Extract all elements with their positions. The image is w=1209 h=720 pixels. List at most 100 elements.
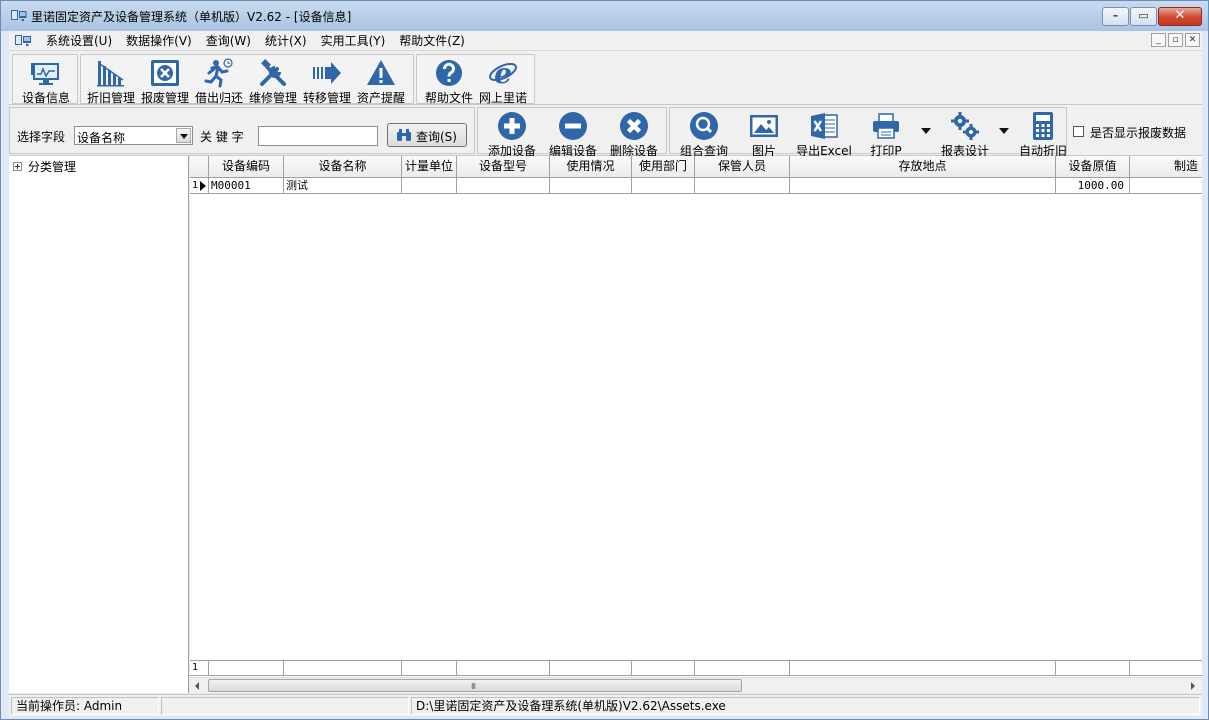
lend-return-label: 借出归还: [194, 91, 243, 105]
combined-query-button[interactable]: 组合查询: [673, 108, 735, 158]
tree-node-category[interactable]: 分类管理: [13, 158, 76, 175]
depreciation-button[interactable]: 折旧管理: [84, 55, 138, 105]
minimize-button[interactable]: –: [1102, 7, 1129, 26]
print-button[interactable]: 打印P: [855, 108, 917, 158]
column-header[interactable]: 使用情况: [550, 156, 632, 177]
menu-statistics[interactable]: 统计(X): [258, 32, 314, 49]
lend-return-button[interactable]: 借出归还: [192, 55, 246, 105]
window-title: 里诺固定资产及设备管理系统（单机版）V2.62 - [设备信息]: [31, 9, 352, 24]
edit-equipment-button[interactable]: 编辑设备: [542, 108, 604, 158]
asset-reminder-label: 资产提醒: [356, 91, 405, 105]
grid-footer: 1: [190, 660, 1202, 676]
scrollbar-thumb[interactable]: III: [208, 679, 742, 692]
online-lino-label: 网上里诺: [478, 91, 527, 105]
field-select[interactable]: 设备名称: [74, 126, 193, 145]
cell-usage[interactable]: [550, 178, 632, 193]
menu-system-settings[interactable]: 系统设置(U): [39, 32, 119, 49]
footer-cell: [402, 661, 457, 675]
svg-text:e: e: [494, 58, 512, 88]
report-design-button[interactable]: 报表设计: [934, 108, 996, 158]
footer-cell: [695, 661, 790, 675]
column-header[interactable]: 保管人员: [695, 156, 790, 177]
cell-model[interactable]: [457, 178, 550, 193]
help-file-button[interactable]: 帮助文件: [422, 55, 476, 105]
export-excel-button[interactable]: 导出Excel: [793, 108, 855, 158]
chevron-down-icon[interactable]: [176, 128, 191, 143]
printer-icon: [870, 111, 902, 141]
online-lino-button[interactable]: e 网上里诺: [476, 55, 530, 105]
document-icon[interactable]: [15, 34, 33, 47]
help-icon: [433, 58, 465, 88]
close-icon: ✕: [1174, 8, 1186, 23]
restore-icon: ▭: [1138, 9, 1149, 22]
category-tree: 分类管理: [9, 156, 189, 693]
cell-code[interactable]: M00001: [209, 178, 284, 193]
cell-name[interactable]: 测试: [284, 178, 402, 193]
app-window: 里诺固定资产及设备管理系统（单机版）V2.62 - [设备信息] – ▭ ✕ 系…: [0, 0, 1209, 720]
restore-button[interactable]: ▭: [1130, 7, 1157, 26]
keyword-input[interactable]: [258, 126, 378, 146]
column-header[interactable]: 设备原值: [1056, 156, 1130, 177]
search-panel: 选择字段 设备名称 关 键 字 查询(S): [9, 107, 475, 154]
equipment-info-button[interactable]: 设备信息: [19, 55, 73, 105]
scrap-button[interactable]: 报废管理: [138, 55, 192, 105]
tree-node-label: 分类管理: [28, 160, 77, 174]
menu-help[interactable]: 帮助文件(Z): [392, 32, 472, 49]
status-middle: [161, 697, 409, 715]
show-scrapped-label: 是否显示报废数据: [1090, 126, 1187, 140]
expand-plus-icon[interactable]: [13, 162, 22, 171]
print-dropdown-arrow-icon[interactable]: [921, 128, 931, 134]
transfer-button[interactable]: 转移管理: [300, 55, 354, 105]
menu-query[interactable]: 查询(W): [199, 32, 258, 49]
column-header[interactable]: 设备编码: [209, 156, 284, 177]
mdi-restore-button[interactable]: ▫: [1168, 33, 1183, 47]
mdi-minimize-button[interactable]: _: [1151, 33, 1166, 47]
cell-original-value[interactable]: 1000.00: [1056, 178, 1130, 193]
status-bar: 当前操作员: Admin D:\里诺固定资产及设备理系统(单机版)V2.62\A…: [9, 694, 1202, 716]
asset-reminder-button[interactable]: 资产提醒: [354, 55, 408, 105]
mdi-close-button[interactable]: ✕: [1185, 33, 1200, 47]
footer-cell: [284, 661, 402, 675]
menu-utilities[interactable]: 实用工具(Y): [314, 32, 393, 49]
row-indicator: 1: [190, 178, 209, 193]
equipment-info-label: 设备信息: [21, 91, 70, 105]
main-toolbar: 设备信息 折旧管理 报废管理 借出归还 维修管理 转移管理 资产提醒 帮助文件 …: [9, 50, 1202, 105]
query-button[interactable]: 查询(S): [387, 123, 467, 147]
excel-icon: [808, 111, 840, 141]
show-scrapped-checkbox[interactable]: [1073, 126, 1084, 137]
cell-maker[interactable]: [1130, 178, 1202, 193]
cell-unit[interactable]: [402, 178, 457, 193]
scrap-label: 报废管理: [140, 91, 189, 105]
column-header[interactable]: 设备型号: [457, 156, 550, 177]
column-header[interactable]: 计量单位: [402, 156, 457, 177]
scroll-left-icon[interactable]: [195, 682, 199, 690]
auto-depreciation-button[interactable]: 自动折旧: [1012, 108, 1074, 158]
cell-location[interactable]: [790, 178, 1056, 193]
add-equipment-button[interactable]: 添加设备: [481, 108, 543, 158]
delete-equipment-button[interactable]: 删除设备: [603, 108, 665, 158]
scroll-grip: III: [471, 682, 476, 691]
running-person-icon: [203, 58, 235, 88]
grid-header: 设备编码 设备名称 计量单位 设备型号 使用情况 使用部门 保管人员 存放地点 …: [190, 156, 1202, 178]
picture-button[interactable]: 图片: [733, 108, 795, 158]
row-indicator-header: [190, 156, 209, 177]
menu-data-operations[interactable]: 数据操作(V): [119, 32, 199, 49]
column-header[interactable]: 制造: [1130, 156, 1202, 177]
monitor-icon: [30, 58, 62, 88]
tools-icon: [257, 58, 289, 88]
column-header[interactable]: 存放地点: [790, 156, 1056, 177]
cell-keeper[interactable]: [695, 178, 790, 193]
add-circle-icon: [496, 111, 528, 141]
scroll-right-icon[interactable]: [1191, 682, 1195, 690]
horizontal-scrollbar[interactable]: III: [190, 677, 1202, 693]
maintenance-button[interactable]: 维修管理: [246, 55, 300, 105]
toolbar-group-help: 帮助文件 e 网上里诺: [416, 54, 535, 105]
column-header[interactable]: 使用部门: [632, 156, 695, 177]
column-header[interactable]: 设备名称: [284, 156, 402, 177]
cell-department[interactable]: [632, 178, 695, 193]
close-button[interactable]: ✕: [1158, 7, 1202, 26]
binoculars-icon: [396, 128, 412, 142]
keyword-label: 关 键 字: [200, 130, 244, 144]
table-row[interactable]: 1 M00001 测试 1000.00: [190, 178, 1202, 194]
report-dropdown-arrow-icon[interactable]: [999, 128, 1009, 134]
